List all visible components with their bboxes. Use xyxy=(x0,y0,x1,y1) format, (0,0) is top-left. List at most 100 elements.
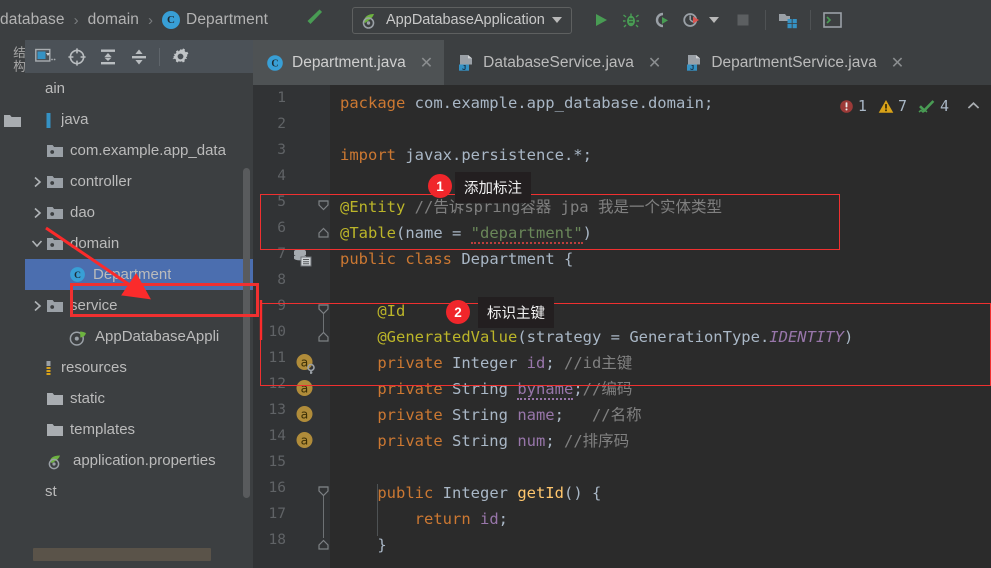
tree-item[interactable]: java xyxy=(25,104,253,135)
tree-item[interactable]: resources xyxy=(25,352,253,383)
breadcrumb: database › domain › C Department xyxy=(0,0,268,40)
breadcrumb-item-department[interactable]: C Department xyxy=(162,11,268,29)
tree-item[interactable]: st xyxy=(25,476,253,507)
run-with-coverage-button[interactable] xyxy=(646,5,676,35)
hammer-icon[interactable] xyxy=(298,7,324,33)
code-token: ; xyxy=(545,432,564,450)
code-content[interactable]: package com.example.app_database.domain;… xyxy=(330,85,991,568)
svg-text:a: a xyxy=(301,380,309,395)
code-token: name xyxy=(405,224,443,242)
chevron-right-icon[interactable] xyxy=(27,300,47,312)
line-number: 18 xyxy=(268,532,286,548)
tree-item[interactable]: templates xyxy=(25,414,253,445)
tree-item-label: dao xyxy=(70,204,96,221)
code-token: private xyxy=(340,406,452,424)
fold-marker-icon[interactable] xyxy=(317,199,330,213)
tree-item-label: controller xyxy=(70,173,132,190)
tree-item[interactable]: domain xyxy=(25,228,253,259)
line-number: 4 xyxy=(277,168,286,184)
resource-root-icon xyxy=(45,360,54,375)
tool-window-tab-strip: 结构 xyxy=(0,40,25,568)
database-gutter-icon[interactable] xyxy=(293,248,313,268)
chevron-down-icon[interactable] xyxy=(706,5,722,35)
run-button[interactable] xyxy=(586,5,616,35)
folder-icon[interactable] xyxy=(4,114,21,128)
gear-icon[interactable] xyxy=(166,43,195,70)
code-token: //排序码 xyxy=(563,432,630,450)
tree-item[interactable]: controller xyxy=(25,166,253,197)
fold-marker-icon[interactable] xyxy=(317,537,330,551)
code-token: String xyxy=(451,406,518,424)
annotation-gutter-icon[interactable]: a xyxy=(295,378,317,401)
annotation-tip-1: 添加标注 xyxy=(455,172,531,203)
tree-item-selected[interactable]: C Department xyxy=(25,259,253,290)
editor-tab[interactable]: C Department.java ✕ xyxy=(253,40,445,85)
annotation-gutter-icon[interactable]: a xyxy=(295,430,317,453)
code-token: ( xyxy=(517,328,527,346)
run-configuration-selector[interactable]: AppDatabaseApplication xyxy=(352,6,572,34)
code-line: @GeneratedValue(strategy = GenerationTyp… xyxy=(340,324,853,350)
code-line: private Integer id; //id主键 xyxy=(340,350,632,376)
project-vertical-scrollbar[interactable] xyxy=(243,168,250,498)
chevron-up-icon[interactable] xyxy=(966,99,981,113)
tree-item[interactable]: ain xyxy=(25,73,253,104)
code-token: ; xyxy=(498,510,508,528)
terminal-icon[interactable] xyxy=(818,5,848,35)
toolbar-divider xyxy=(764,10,766,30)
project-horizontal-scrollbar[interactable] xyxy=(33,548,211,561)
code-token: getId xyxy=(517,484,564,502)
code-token: //名称 xyxy=(591,406,642,424)
primary-key-gutter-icon[interactable]: a xyxy=(295,352,317,375)
spring-class-icon xyxy=(69,330,88,346)
breadcrumb-item-database[interactable]: database xyxy=(0,11,65,29)
code-editor[interactable]: 1 2 3 4 5 6 7 8 9 10 11 a 12 a 13 a 14 a 15 16 17 18 package … xyxy=(253,85,991,568)
inspection-widget[interactable]: 1 7 4 xyxy=(839,97,981,115)
tree-item[interactable]: static xyxy=(25,383,253,414)
class-icon: C xyxy=(69,266,86,283)
tree-item[interactable]: com.example.app_data xyxy=(25,135,253,166)
tree-item[interactable]: service xyxy=(25,290,253,321)
tree-item[interactable]: application.properties xyxy=(25,445,253,476)
fold-guide-line xyxy=(323,314,324,332)
editor-tab[interactable]: J DatabaseService.java ✕ xyxy=(444,40,672,85)
code-token: @Id xyxy=(340,302,406,320)
annotation-gutter-icon[interactable]: a xyxy=(295,404,317,427)
structure-tool-tab[interactable]: 结构 xyxy=(2,46,25,73)
tree-item[interactable]: AppDatabaseAppli xyxy=(25,321,253,352)
collapse-all-icon[interactable] xyxy=(124,43,153,70)
close-icon[interactable]: ✕ xyxy=(420,53,433,73)
tree-item-label: domain xyxy=(70,235,120,252)
project-tree[interactable]: ain java com.example.app_data controller dao… xyxy=(25,73,253,568)
chevron-right-icon[interactable] xyxy=(27,176,47,188)
close-icon[interactable]: ✕ xyxy=(891,53,904,73)
line-number: 7 xyxy=(277,246,286,262)
code-token: public class xyxy=(340,250,462,268)
fold-guide-line xyxy=(323,496,324,538)
code-line: private String name; //名称 xyxy=(340,402,642,428)
code-token: name xyxy=(517,406,555,424)
chevron-right-icon[interactable] xyxy=(27,207,47,219)
tree-item[interactable]: dao xyxy=(25,197,253,228)
chevron-down-icon[interactable] xyxy=(551,17,562,23)
expand-all-icon[interactable] xyxy=(93,43,122,70)
editor-tab[interactable]: J DepartmentService.java ✕ xyxy=(672,40,915,85)
profiler-button[interactable] xyxy=(676,5,706,35)
window-select-icon[interactable] xyxy=(31,43,60,70)
close-icon[interactable]: ✕ xyxy=(648,53,661,73)
project-toolbar xyxy=(25,40,253,73)
fold-marker-icon[interactable] xyxy=(317,225,330,239)
breadcrumb-item-domain[interactable]: domain xyxy=(88,11,139,29)
package-icon xyxy=(47,206,63,220)
chevron-down-icon[interactable] xyxy=(27,238,47,249)
code-token: = xyxy=(442,224,471,242)
debug-button[interactable] xyxy=(616,5,646,35)
ide-window: database › domain › C Department AppData… xyxy=(0,0,991,568)
fold-column[interactable] xyxy=(318,85,330,568)
stop-button[interactable] xyxy=(728,5,758,35)
error-count: 1 xyxy=(857,97,867,115)
code-line: } xyxy=(340,532,386,558)
project-structure-icon[interactable] xyxy=(773,5,803,35)
crosshair-icon[interactable] xyxy=(62,43,91,70)
line-number: 16 xyxy=(268,480,286,496)
editor-tab-label: DatabaseService.java xyxy=(483,53,634,71)
